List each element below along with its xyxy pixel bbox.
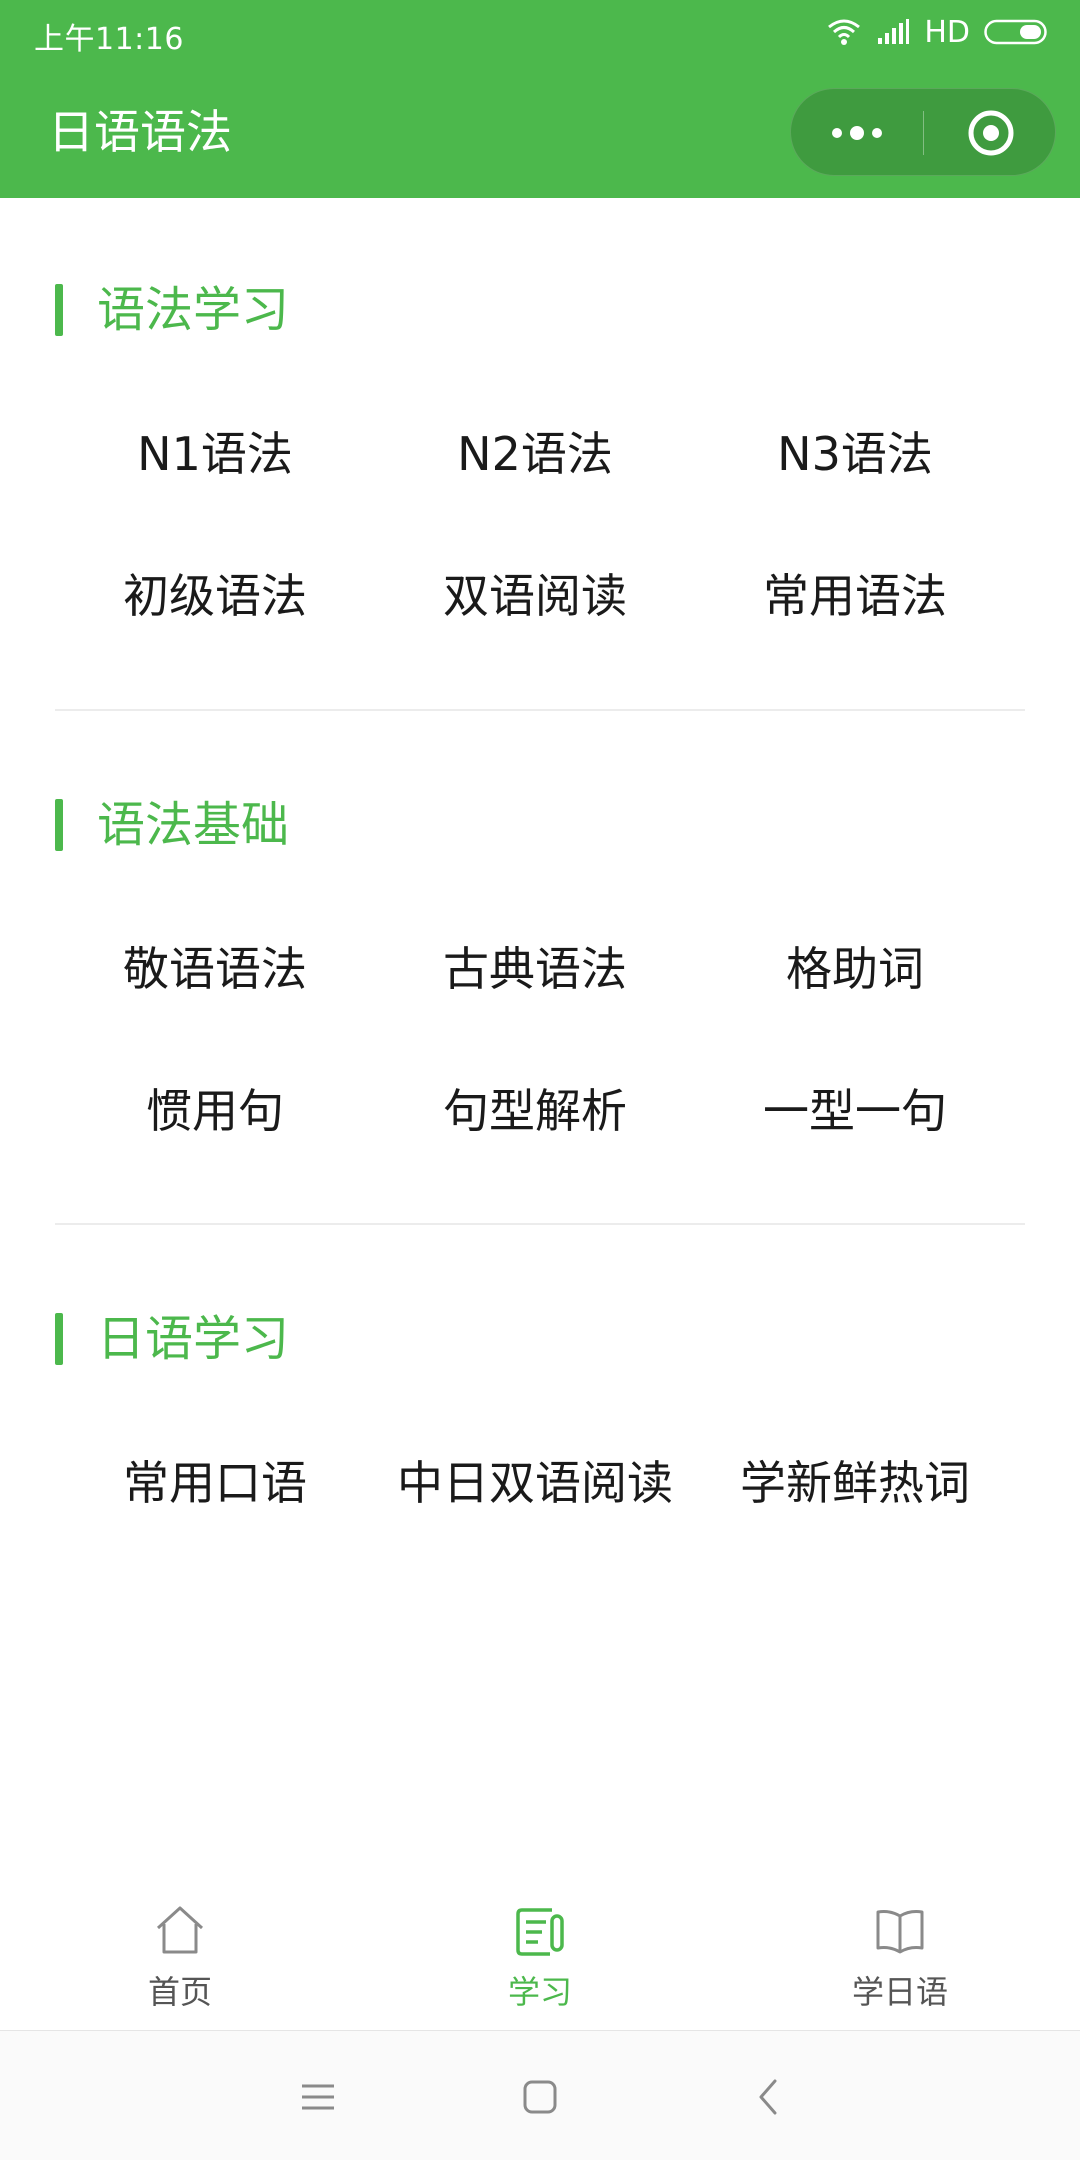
grid-item[interactable]: 格助词 — [695, 929, 1015, 1009]
grid-item[interactable]: 常用口语 — [55, 1443, 375, 1523]
grid-item[interactable]: N2语法 — [375, 414, 695, 494]
tab-study[interactable]: 学习 — [360, 1880, 720, 2030]
bottom-tab-bar: 首页 学习 学日语 — [0, 1880, 1080, 2030]
status-time: 上午11:16 — [34, 22, 184, 57]
mini-program-capsule — [790, 88, 1056, 176]
status-bar: 上午11:16 HD — [0, 0, 1080, 64]
system-navigation-bar — [0, 2031, 1080, 2160]
battery-icon — [984, 18, 1050, 46]
more-dot-icon — [850, 126, 864, 140]
grid-item[interactable]: 中日双语阅读 — [375, 1443, 695, 1523]
grid-item[interactable]: 古典语法 — [375, 929, 695, 1009]
status-icons: HD — [826, 12, 1050, 52]
grid-item[interactable]: N3语法 — [695, 414, 1015, 494]
header: 上午11:16 HD 日语语法 — [0, 0, 1080, 198]
grid-item[interactable]: 学新鲜热词 — [695, 1443, 1015, 1523]
notes-icon — [516, 1908, 564, 1956]
menu-button[interactable] — [288, 2067, 348, 2127]
section-divider — [55, 709, 1025, 711]
tab-label: 首页 — [147, 1973, 212, 2011]
book-icon — [876, 1910, 924, 1954]
section-divider — [55, 1223, 1025, 1225]
section-title: 日语学习 — [97, 1311, 290, 1367]
wifi-icon — [826, 17, 862, 47]
section-accent-bar — [55, 284, 63, 336]
grid-item[interactable]: 惯用句 — [55, 1071, 375, 1151]
tab-label: 学习 — [507, 1973, 572, 2011]
target-close-icon — [968, 110, 1013, 156]
grid-item[interactable]: 常用语法 — [695, 556, 1015, 636]
section-accent-bar — [55, 1313, 63, 1365]
grid-item[interactable]: 双语阅读 — [375, 556, 695, 636]
tab-label: 学日语 — [851, 1973, 948, 2011]
square-home-icon — [523, 2080, 557, 2114]
page-title: 日语语法 — [48, 105, 232, 159]
network-type: HD — [924, 14, 970, 50]
tab-home[interactable]: 首页 — [0, 1880, 360, 2030]
back-button[interactable] — [738, 2067, 798, 2127]
more-dot-icon — [832, 128, 842, 138]
home-icon — [156, 1906, 204, 1954]
grid-item[interactable]: 一型一句 — [695, 1071, 1015, 1151]
menu-icon — [302, 2084, 334, 2110]
grid-item[interactable]: 初级语法 — [55, 556, 375, 636]
home-button[interactable] — [510, 2067, 570, 2127]
more-button[interactable] — [791, 89, 923, 177]
section-accent-bar — [55, 799, 63, 851]
back-chevron-icon — [759, 2079, 777, 2115]
grid-item[interactable]: 敬语语法 — [55, 929, 375, 1009]
section-title: 语法学习 — [97, 282, 290, 338]
section-title: 语法基础 — [97, 797, 290, 853]
close-button[interactable] — [924, 89, 1057, 177]
more-dot-icon — [872, 128, 882, 138]
cellular-signal-icon — [876, 18, 910, 46]
tab-learn-japanese[interactable]: 学日语 — [720, 1880, 1080, 2030]
grid-item[interactable]: N1语法 — [55, 414, 375, 494]
grid-item[interactable]: 句型解析 — [375, 1071, 695, 1151]
